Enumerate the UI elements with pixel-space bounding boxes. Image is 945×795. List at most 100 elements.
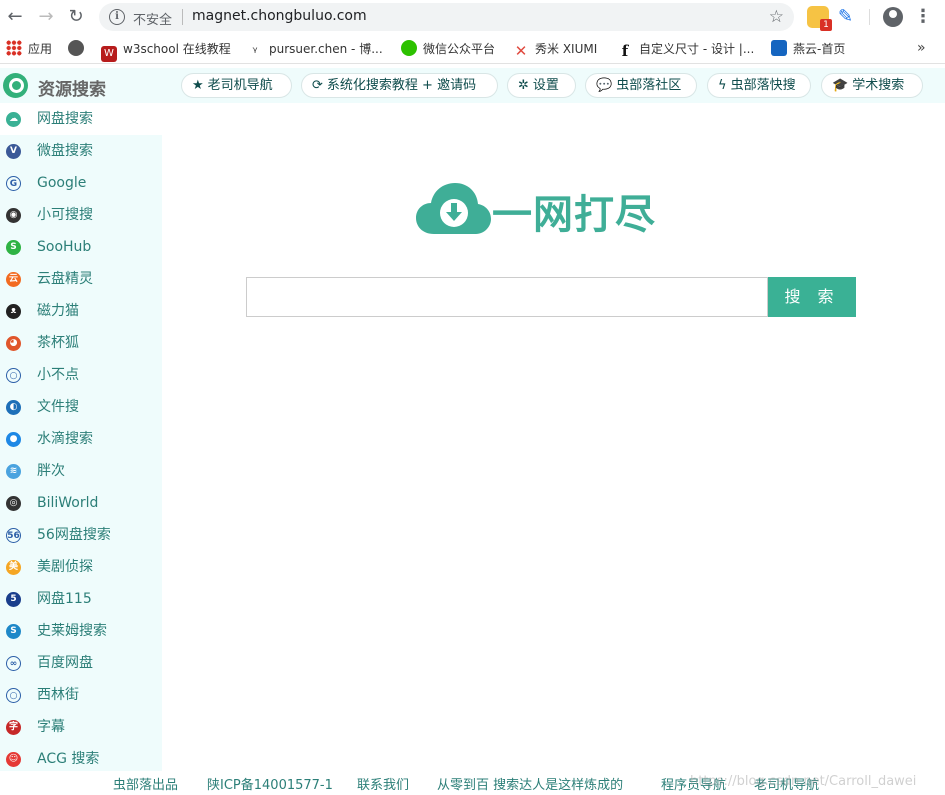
sidebar-item-pan115[interactable]: 5 网盘115 (0, 583, 162, 615)
sidebar-item-baidu-pan[interactable]: ∞ 百度网盘 (0, 647, 162, 679)
back-arrow-icon[interactable]: ← (3, 5, 27, 29)
nav-button-tutorial[interactable]: ⟳ 系统化搜索教程 + 邀请码 (301, 73, 498, 98)
pangci-icon: ≋ (6, 464, 21, 479)
bookmark-xiumi[interactable]: ✕ 秀米 XIUMI (513, 40, 598, 60)
sidebar-item-cilimao[interactable]: ᴥ 磁力猫 (0, 295, 162, 327)
sidebar-item-label: 胖次 (37, 463, 65, 479)
nav-button-label: 虫部落社区 (616, 78, 682, 93)
netdisk-icon: ☁ (6, 112, 21, 127)
apps-icon (6, 40, 22, 56)
sidebar-item-label: 网盘115 (37, 591, 92, 607)
bookmark-label: 自定义尺寸 - 设计 |... (639, 42, 755, 56)
sidebar-item-yunpan-jingling[interactable]: 云 云盘精灵 (0, 263, 162, 295)
globe-icon (68, 40, 84, 56)
sidebar: ☁ 网盘搜索 V 微盘搜索 G Google ◉ 小可搜搜 S SooHub 云 云盘精灵 ᴥ 磁力猫 ◕ 茶… (0, 103, 162, 771)
cilimao-icon: ᴥ (6, 304, 21, 319)
sidebar-item-google[interactable]: G Google (0, 167, 162, 199)
reload-icon[interactable]: ↻ (64, 5, 88, 29)
sidebar-item-56pan[interactable]: 56 56网盘搜索 (0, 519, 162, 551)
sidebar-item-wenjiansou[interactable]: ◐ 文件搜 (0, 391, 162, 423)
bookmark-w3school[interactable]: Ww3school 在线教程 (101, 40, 231, 62)
nav-button-academic[interactable]: 🎓 学术搜索 (821, 73, 923, 98)
sidebar-item-label: SooHub (37, 239, 92, 255)
search-button[interactable]: 搜 索 (768, 277, 856, 317)
info-icon[interactable]: i (109, 9, 125, 25)
weipan-icon: V (6, 144, 21, 159)
bookmark-apps[interactable]: 应用 (6, 40, 52, 58)
sidebar-item-meiju[interactable]: 美 美剧侦探 (0, 551, 162, 583)
sidebar-item-label: 字幕 (37, 719, 65, 735)
bookmark-yanyun[interactable]: 燕云-首页 (771, 40, 845, 58)
nav-button-label: 系统化搜索教程 + 邀请码 (326, 78, 477, 93)
lightning-icon: ϟ (718, 78, 727, 93)
url-text[interactable]: magnet.chongbuluo.com (192, 8, 367, 24)
bookmark-label: 秀米 XIUMI (535, 42, 598, 56)
extension-icon[interactable]: 1 (807, 6, 832, 31)
search-logo-icon[interactable] (3, 73, 28, 98)
sidebar-item-label: 水滴搜索 (37, 431, 93, 447)
browser-toolbar: ← → ↻ i 不安全 magnet.chongbuluo.com ☆ 1 ✎ … (0, 0, 945, 34)
menu-kebab-icon[interactable]: ⋮ (914, 4, 932, 30)
xiumi-icon: ✕ (514, 42, 528, 60)
pen-extension-icon[interactable]: ✎ (838, 6, 860, 28)
sidebar-item-soohub[interactable]: S SooHub (0, 231, 162, 263)
sidebar-item-label: 网盘搜索 (37, 111, 93, 127)
sidebar-item-weipan[interactable]: V 微盘搜索 (0, 135, 162, 167)
footer-link-contact[interactable]: 联系我们 (357, 774, 409, 793)
sidebar-item-label: 小不点 (37, 367, 79, 383)
zimu-icon: 字 (6, 720, 21, 735)
font-f-icon: f (621, 42, 629, 60)
sidebar-item-pangci[interactable]: ≋ 胖次 (0, 455, 162, 487)
sidebar-item-label: 小可搜搜 (37, 207, 93, 223)
sidebar-item-biliworld[interactable]: ◎ BiliWorld (0, 487, 162, 519)
site-header: 资源搜索 ★ 老司机导航 ⟳ 系统化搜索教程 + 邀请码 ✲ 设置 💬 虫部落社区 ϟ虫… (0, 68, 945, 103)
sidebar-item-label: 文件搜 (37, 399, 79, 415)
bookmark-pursuer[interactable]: ᵞ pursuer.chen - 博... (247, 40, 383, 60)
sidebar-item-xiaobudian[interactable]: ○ 小不点 (0, 359, 162, 391)
address-bar[interactable]: i 不安全 magnet.chongbuluo.com ☆ (99, 3, 794, 31)
sidebar-item-label: BiliWorld (37, 495, 99, 511)
gear-icon: ✲ (518, 78, 529, 93)
nav-button-label: 虫部落快搜 (730, 78, 796, 93)
sidebar-item-label: 西林街 (37, 687, 79, 703)
nav-button-label: 设置 (532, 78, 559, 93)
bookmark-wechat[interactable]: 微信公众平台 (401, 40, 495, 58)
footer-link-search-guide[interactable]: 从零到百 搜索达人是这样炼成的 (437, 774, 623, 793)
forward-arrow-icon[interactable]: → (34, 5, 58, 29)
sidebar-item-netdisk[interactable]: ☁ 网盘搜索 (0, 103, 162, 135)
search-input[interactable] (246, 277, 768, 317)
nav-button-driver-guide[interactable]: ★ 老司机导航 (181, 73, 292, 98)
baidu-pan-icon: ∞ (6, 656, 21, 671)
bookmarks-overflow-icon[interactable]: » (917, 40, 926, 56)
sidebar-item-zimu[interactable]: 字 字幕 (0, 711, 162, 743)
profile-avatar-icon[interactable] (883, 7, 903, 27)
footer-link-icp[interactable]: 陕ICP备14001577-1 (207, 774, 333, 793)
bookmark-label: 微信公众平台 (423, 42, 496, 56)
xiaoke-icon: ◉ (6, 208, 21, 223)
bookmark-custom-size[interactable]: f 自定义尺寸 - 设计 |... (617, 40, 755, 60)
w3school-icon: W (101, 46, 117, 62)
sidebar-item-shuidi[interactable]: ● 水滴搜索 (0, 423, 162, 455)
site-title[interactable]: 资源搜索 (38, 75, 106, 100)
hero-logo: 一网打尽 (416, 180, 696, 240)
extension-badge: 1 (820, 19, 832, 31)
footer-link-credits[interactable]: 虫部落出品 (113, 774, 178, 793)
bookmark-label: 燕云-首页 (793, 42, 846, 56)
xiaobudian-icon: ○ (6, 368, 21, 383)
bookmark-globe[interactable] (68, 40, 90, 58)
wenjiansou-icon: ◐ (6, 400, 21, 415)
sidebar-item-shilaimu[interactable]: S 史莱姆搜索 (0, 615, 162, 647)
bookmark-star-icon[interactable]: ☆ (769, 7, 784, 27)
security-label[interactable]: 不安全 (133, 9, 172, 28)
refresh-icon: ⟳ (312, 78, 323, 93)
sidebar-item-xilinjie[interactable]: ○ 西林街 (0, 679, 162, 711)
watermark-text: https://blog.csdn.net/Carroll_dawei (690, 774, 917, 789)
sidebar-item-chabeihu[interactable]: ◕ 茶杯狐 (0, 327, 162, 359)
nav-button-settings[interactable]: ✲ 设置 (507, 73, 576, 98)
yunpan-jingling-icon: 云 (6, 272, 21, 287)
nav-button-label: 学术搜索 (852, 78, 905, 93)
nav-button-community[interactable]: 💬 虫部落社区 (585, 73, 697, 98)
sidebar-item-xiaoke[interactable]: ◉ 小可搜搜 (0, 199, 162, 231)
google-icon: G (6, 176, 21, 191)
nav-button-quick-search[interactable]: ϟ 虫部落快搜 (707, 73, 811, 98)
